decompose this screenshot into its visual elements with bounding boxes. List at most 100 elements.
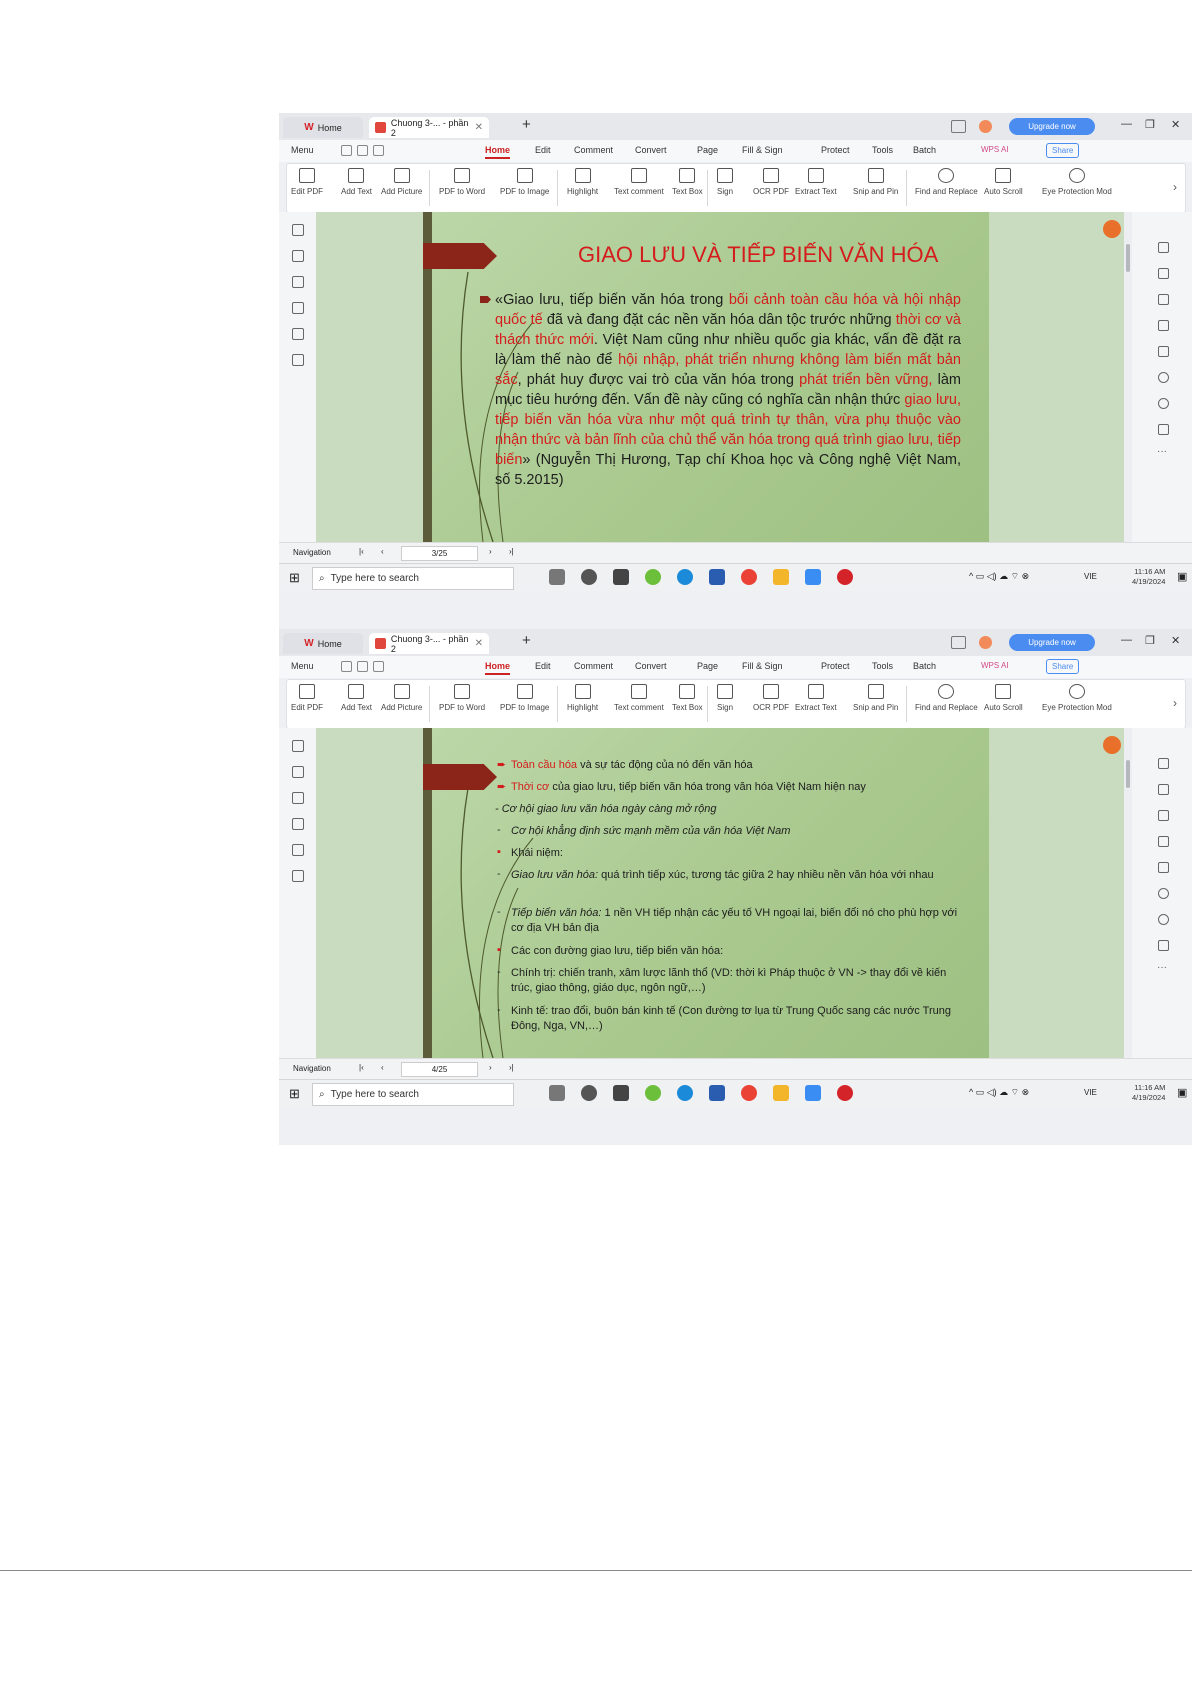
help-icon[interactable] (1158, 914, 1169, 925)
tray-icons[interactable]: ^ ▭ ◁) ☁ ⌔ ⊗ (969, 1087, 1029, 1098)
attachment-icon[interactable] (292, 818, 304, 830)
restore-icon[interactable]: ❐ (1145, 118, 1155, 131)
close-icon[interactable]: ✕ (1171, 118, 1180, 131)
upgrade-button[interactable]: Upgrade now (1009, 634, 1095, 651)
mail-app-icon[interactable] (613, 569, 629, 585)
open-icon[interactable] (341, 145, 352, 156)
restore-icon[interactable]: ❐ (1145, 634, 1155, 647)
auto-scroll-button[interactable]: Auto Scroll (984, 684, 1023, 712)
next-page-icon[interactable]: › (489, 1063, 492, 1072)
menu-comment[interactable]: Comment (574, 661, 613, 671)
tab-document[interactable]: Chuong 3-... - phần 2 ✕ (369, 117, 489, 138)
avatar[interactable] (979, 636, 992, 649)
comment-icon[interactable] (292, 276, 304, 288)
zoom-icon[interactable] (1158, 372, 1169, 383)
menu-page[interactable]: Page (697, 661, 718, 671)
avatar[interactable] (979, 120, 992, 133)
sign-button[interactable]: Sign (717, 684, 733, 712)
pdf-to-image-button[interactable]: PDF to Image (500, 168, 549, 196)
edge-icon[interactable] (677, 569, 693, 585)
sign-button[interactable]: Sign (717, 168, 733, 196)
save-icon[interactable] (357, 145, 368, 156)
chrome-icon[interactable] (741, 1085, 757, 1101)
more-icon[interactable]: ··· (1157, 962, 1167, 973)
scrollbar[interactable] (1124, 728, 1132, 1058)
add-picture-button[interactable]: Add Picture (381, 168, 422, 196)
navigation-button[interactable]: Navigation (293, 1064, 331, 1073)
new-tab-button[interactable]: + (522, 632, 531, 649)
zalo-icon[interactable] (805, 569, 821, 585)
minimize-icon[interactable]: — (1121, 634, 1132, 646)
menu-button[interactable]: Menu (291, 145, 314, 155)
settings-icon[interactable] (1158, 940, 1169, 951)
upgrade-button[interactable]: Upgrade now (1009, 118, 1095, 135)
notification-icon[interactable]: ▣ (1177, 1086, 1187, 1099)
comment-icon[interactable] (292, 792, 304, 804)
first-page-icon[interactable]: |‹ (359, 547, 364, 556)
clock[interactable]: 11:16 AM 4/19/2024 (1132, 567, 1165, 587)
add-text-button[interactable]: Add Text (341, 684, 372, 712)
scrollbar[interactable] (1124, 212, 1132, 542)
menu-tools[interactable]: Tools (872, 145, 893, 155)
edit-pdf-button[interactable]: Edit PDF (291, 168, 323, 196)
ocr-pdf-button[interactable]: OCR PDF (753, 684, 789, 712)
extract-text-button[interactable]: Extract Text (795, 684, 837, 712)
attachment-icon[interactable] (292, 302, 304, 314)
save-icon[interactable] (357, 661, 368, 672)
close-tab-icon[interactable]: ✕ (475, 122, 483, 133)
text-comment-button[interactable]: Text comment (614, 168, 664, 196)
settings-icon[interactable] (1158, 424, 1169, 435)
taskbar-search[interactable]: ⌕ Type here to search (312, 567, 514, 590)
extract-text-button[interactable]: Extract Text (795, 168, 837, 196)
floating-tool-icon[interactable] (1103, 736, 1121, 754)
layers-icon[interactable] (292, 354, 304, 366)
pdf-to-image-button[interactable]: PDF to Image (500, 684, 549, 712)
word-icon[interactable] (709, 1085, 725, 1101)
zoom-icon[interactable] (1158, 888, 1169, 899)
eye-protection-button[interactable]: Eye Protection Mod (1042, 684, 1112, 712)
menu-fill-sign[interactable]: Fill & Sign (742, 661, 783, 671)
wps-ai-button[interactable]: WPS AI (981, 145, 1009, 154)
minimize-icon[interactable]: — (1121, 118, 1132, 130)
ribbon-more-icon[interactable]: › (1173, 696, 1177, 710)
open-icon[interactable] (341, 661, 352, 672)
thumbnail-icon[interactable] (292, 250, 304, 262)
thumbnail-icon[interactable] (292, 766, 304, 778)
language-indicator[interactable]: VIE (1084, 572, 1097, 581)
close-icon[interactable]: ✕ (1171, 634, 1180, 647)
bookmark-icon[interactable] (292, 740, 304, 752)
layers-icon[interactable] (292, 870, 304, 882)
zalo-icon[interactable] (805, 1085, 821, 1101)
menu-home[interactable]: Home (485, 145, 511, 159)
edit-icon[interactable] (1158, 758, 1169, 769)
scroll-thumb[interactable] (1126, 244, 1130, 272)
windows-start-icon[interactable]: ⊞ (289, 570, 300, 586)
sign-tool-icon[interactable] (1158, 810, 1169, 821)
floating-tool-icon[interactable] (1103, 220, 1121, 238)
edit-icon[interactable] (1158, 242, 1169, 253)
word-icon[interactable] (709, 569, 725, 585)
pdf-to-word-button[interactable]: PDF to Word (439, 684, 485, 712)
text-box-button[interactable]: Text Box (672, 684, 703, 712)
share-button[interactable]: Share (1046, 659, 1080, 674)
more-icon[interactable]: ··· (1157, 446, 1167, 457)
snip-pin-button[interactable]: Snip and Pin (853, 684, 898, 712)
task-view-icon[interactable] (549, 1085, 565, 1101)
wps-taskbar-icon[interactable] (837, 1085, 853, 1101)
text-box-button[interactable]: Text Box (672, 168, 703, 196)
task-view-icon[interactable] (549, 569, 565, 585)
compress-icon[interactable] (1158, 320, 1169, 331)
clock[interactable]: 11:16 AM 4/19/2024 (1132, 1083, 1165, 1103)
menu-protect[interactable]: Protect (821, 661, 850, 671)
wps-ai-button[interactable]: WPS AI (981, 661, 1009, 670)
menu-convert[interactable]: Convert (635, 145, 667, 155)
tab-home[interactable]: W Home (283, 633, 363, 654)
auto-scroll-button[interactable]: Auto Scroll (984, 168, 1023, 196)
language-indicator[interactable]: VIE (1084, 1088, 1097, 1097)
export-icon[interactable] (1158, 268, 1169, 279)
find-replace-button[interactable]: Find and Replace (915, 684, 978, 712)
compress-icon[interactable] (1158, 836, 1169, 847)
menu-page[interactable]: Page (697, 145, 718, 155)
menu-batch[interactable]: Batch (913, 145, 936, 155)
menu-comment[interactable]: Comment (574, 145, 613, 155)
